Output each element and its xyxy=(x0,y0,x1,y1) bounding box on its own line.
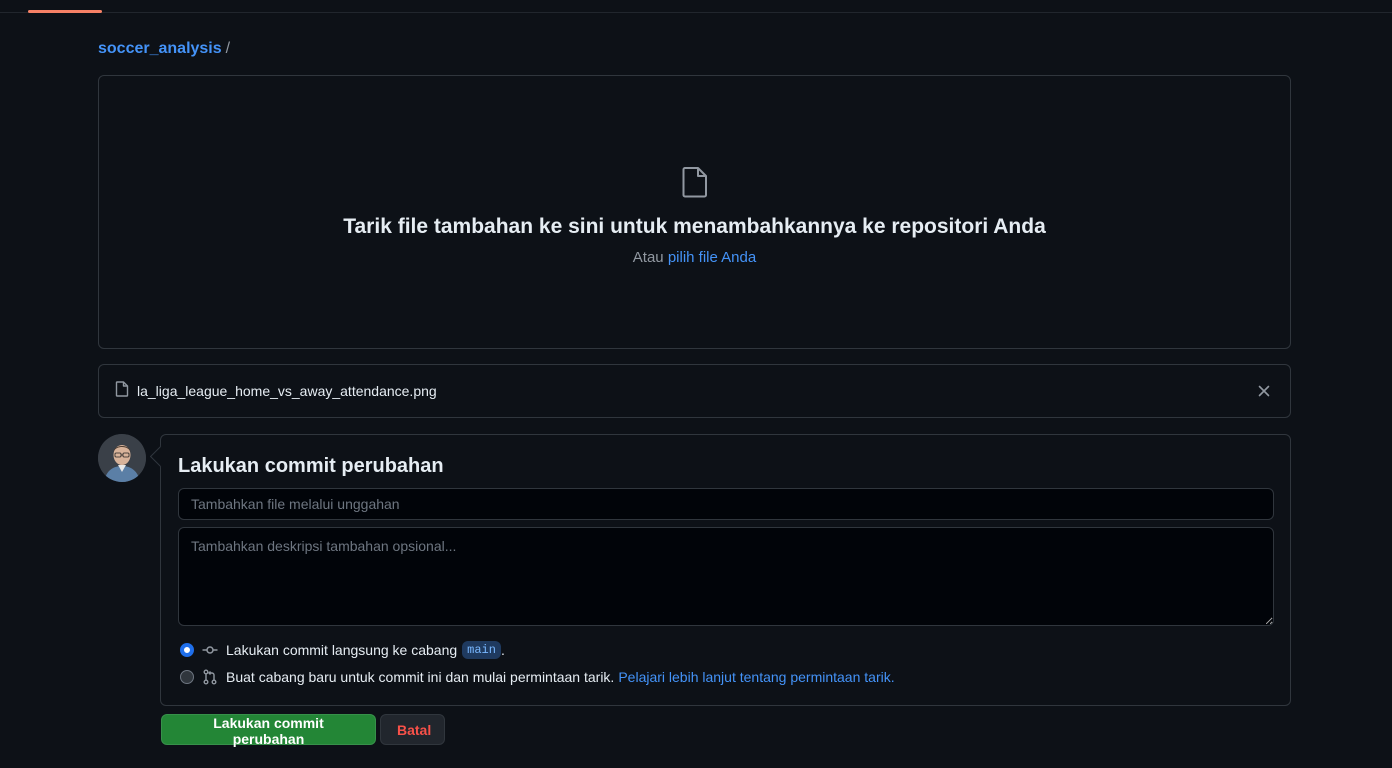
commit-changes-button[interactable]: Lakukan commit perubahan xyxy=(161,714,376,747)
breadcrumb: soccer_analysis / xyxy=(98,38,230,60)
remove-file-button[interactable] xyxy=(1254,381,1274,401)
breadcrumb-separator: / xyxy=(225,40,231,57)
commit-direct-option[interactable]: Lakukan commit langsung ke cabang main . xyxy=(180,641,505,659)
commit-direct-radio[interactable] xyxy=(180,643,194,657)
commit-heading: Lakukan commit perubahan xyxy=(178,455,444,477)
active-tab-indicator xyxy=(28,10,102,13)
uploaded-file-name: la_liga_league_home_vs_away_attendance.p… xyxy=(137,383,437,399)
learn-more-pull-requests-link[interactable]: Pelajari lebih lanjut tentang permintaan… xyxy=(618,669,894,685)
cancel-button[interactable]: Batal xyxy=(380,714,445,745)
commit-new-branch-radio[interactable] xyxy=(180,670,194,684)
file-dropzone[interactable]: Tarik file tambahan ke sini untuk menamb… xyxy=(98,75,1291,349)
commit-direct-label: Lakukan commit langsung ke cabang xyxy=(226,642,458,658)
top-navigation-bar xyxy=(0,0,1392,13)
close-icon xyxy=(1258,385,1270,397)
commit-summary-input[interactable] xyxy=(178,488,1274,520)
file-icon xyxy=(681,166,709,203)
dropzone-subtitle: Atau pilih file Anda xyxy=(633,249,756,266)
commit-direct-suffix: . xyxy=(500,642,505,658)
commit-new-branch-label: Buat cabang baru untuk commit ini dan mu… xyxy=(226,669,615,685)
git-commit-icon xyxy=(202,642,218,658)
choose-files-link[interactable]: pilih file Anda xyxy=(668,249,756,266)
commit-new-branch-option[interactable]: Buat cabang baru untuk commit ini dan mu… xyxy=(180,669,895,685)
commit-description-input[interactable] xyxy=(178,527,1274,626)
avatar xyxy=(98,434,146,482)
dropzone-subtitle-prefix: Atau xyxy=(632,249,664,266)
dropzone-title: Tarik file tambahan ke sini untuk menamb… xyxy=(343,215,1046,238)
commit-form: Lakukan commit perubahan Lakukan commit … xyxy=(160,434,1291,706)
file-icon xyxy=(115,380,129,402)
uploaded-file-row: la_liga_league_home_vs_away_attendance.p… xyxy=(98,364,1291,418)
git-pull-request-icon xyxy=(202,669,218,685)
repo-link[interactable]: soccer_analysis xyxy=(98,40,222,57)
branch-name-badge: main xyxy=(462,641,501,659)
